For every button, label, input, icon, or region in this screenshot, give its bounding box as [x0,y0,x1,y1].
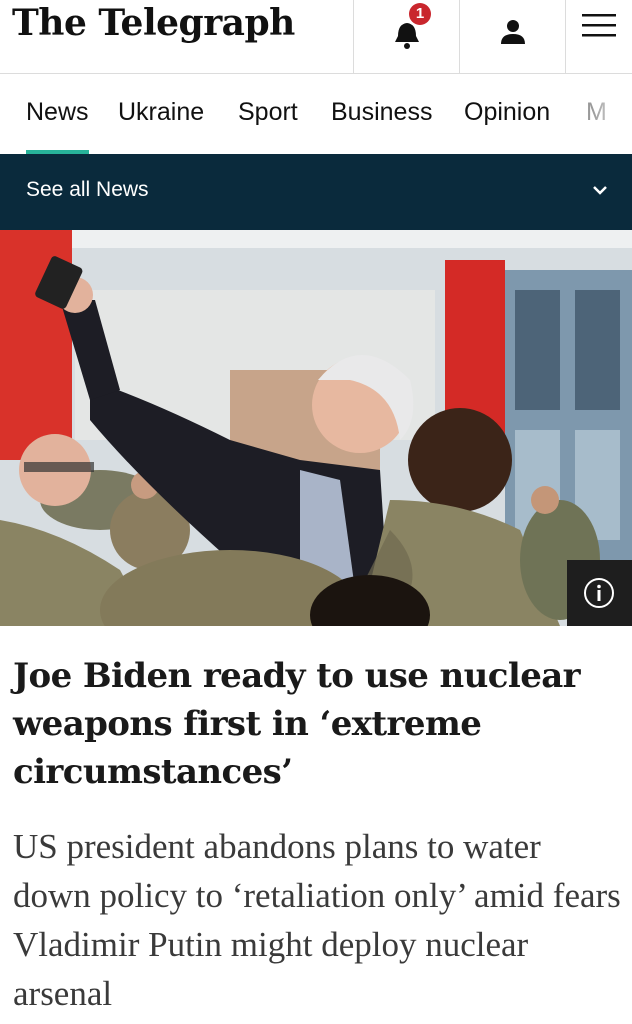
tab-business[interactable]: Business [331,98,432,154]
top-header: The Telegraph 1 [0,0,632,74]
hamburger-menu-icon [582,14,616,37]
article-hero-image [0,230,632,626]
image-info-button[interactable] [567,560,632,626]
article-standfirst: US president abandons plans to water dow… [13,827,621,1013]
notifications-button[interactable]: 1 [353,0,459,74]
info-icon [584,578,614,608]
menu-button[interactable] [565,0,632,74]
site-logo[interactable]: The Telegraph [12,2,295,44]
account-button[interactable] [459,0,565,74]
tab-ukraine[interactable]: Ukraine [118,98,204,154]
person-icon [500,20,525,44]
see-all-news-bar[interactable]: See all News [0,154,632,230]
notification-badge: 1 [409,3,431,25]
hero-photo [0,230,632,626]
tabs-scroll-fade [592,74,632,154]
chevron-down-icon [593,186,607,195]
tab-news[interactable]: News [26,98,89,154]
section-tabs: News Ukraine Sport Business Opinion M [0,74,632,154]
see-all-news-label: See all News [26,178,149,201]
article-headline[interactable]: Joe Biden ready to use nuclear weapons f… [13,652,619,796]
tab-opinion[interactable]: Opinion [464,98,550,154]
tab-sport[interactable]: Sport [238,98,298,154]
